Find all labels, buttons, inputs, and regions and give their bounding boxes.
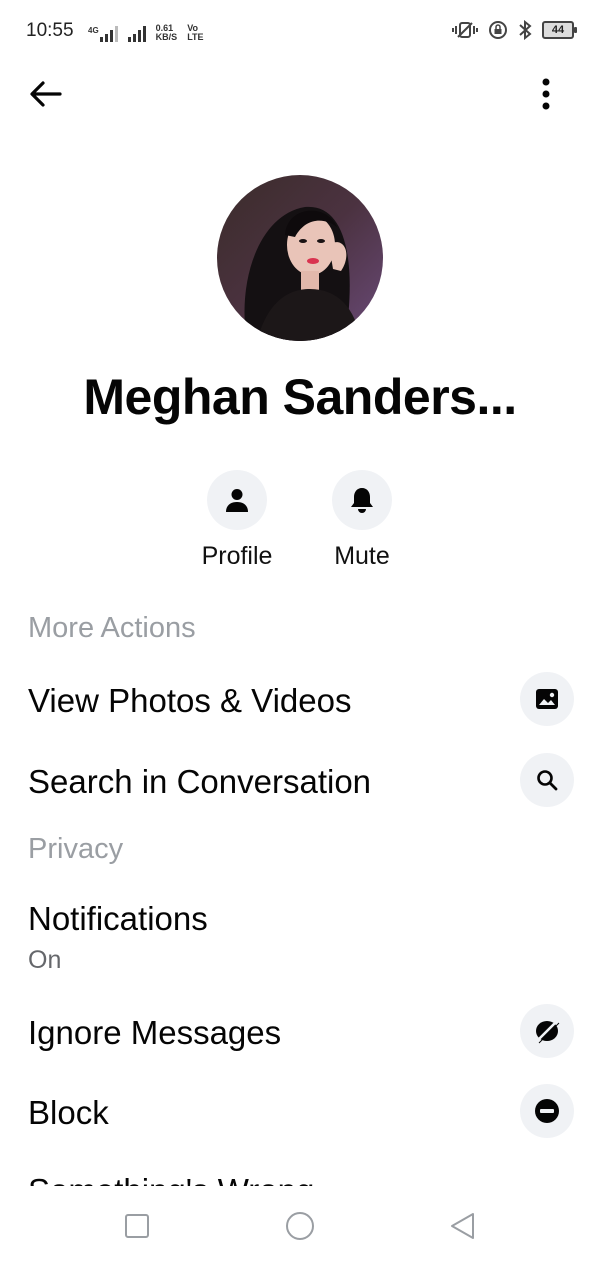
- lock-rotation-icon: [489, 21, 507, 39]
- avatar[interactable]: [217, 175, 383, 341]
- network-type: 4G: [88, 26, 99, 35]
- ignore-messages-row[interactable]: Ignore Messages: [0, 1000, 600, 1064]
- back-nav-button[interactable]: [446, 1210, 478, 1242]
- search-conversation-button[interactable]: [520, 753, 574, 807]
- status-time: 10:55: [26, 20, 74, 41]
- profile-name: Meghan Sanders...: [83, 369, 517, 425]
- search-conversation-row[interactable]: Search in Conversation: [0, 749, 600, 813]
- view-photos-videos-label: View Photos & Videos: [28, 682, 352, 719]
- view-photos-button[interactable]: [520, 672, 574, 726]
- system-navigation-bar: [0, 1186, 600, 1267]
- avatar-photo: [217, 175, 383, 341]
- bluetooth-icon: [519, 20, 532, 40]
- data-rate-unit: KB/S: [155, 32, 178, 42]
- lte-label: LTE: [187, 32, 204, 42]
- block-row[interactable]: Block: [0, 1080, 600, 1144]
- profile-action[interactable]: Profile: [192, 470, 282, 571]
- vibrate-icon: [452, 22, 478, 38]
- network-indicators: 4G 0.61 KB/S Vo LTE: [88, 20, 204, 42]
- search-icon: [537, 770, 558, 791]
- triangle-back-icon: [451, 1213, 474, 1239]
- search-conversation-label: Search in Conversation: [28, 763, 372, 800]
- ignore-icon: [536, 1020, 560, 1044]
- more-vertical-icon: [542, 78, 550, 110]
- block-button[interactable]: [520, 1084, 574, 1138]
- notifications-status: On: [28, 946, 62, 974]
- profile-button[interactable]: [207, 470, 267, 530]
- status-icons: 44: [452, 20, 577, 40]
- signal-icon: [127, 26, 146, 42]
- signal-icon: [99, 26, 118, 42]
- more-options-button[interactable]: [528, 74, 564, 114]
- block-icon: [535, 1099, 559, 1123]
- section-title-more-actions: More Actions: [28, 612, 196, 644]
- status-bar: 10:55 4G 0.61 KB/S Vo LTE 44: [0, 0, 600, 64]
- bell-icon: [351, 488, 373, 513]
- arrow-left-icon: [30, 81, 62, 107]
- notifications-label: Notifications: [28, 900, 208, 937]
- square-icon: [125, 1214, 149, 1238]
- mute-button[interactable]: [332, 470, 392, 530]
- ignore-messages-label: Ignore Messages: [28, 1014, 282, 1051]
- recent-apps-button[interactable]: [121, 1210, 153, 1242]
- person-icon: [226, 489, 248, 512]
- home-button[interactable]: [284, 1210, 316, 1242]
- notifications-row[interactable]: Notifications On: [0, 886, 600, 982]
- circle-icon: [286, 1212, 314, 1240]
- ignore-messages-button[interactable]: [520, 1004, 574, 1058]
- section-title-privacy: Privacy: [28, 833, 124, 865]
- profile-label: Profile: [201, 542, 273, 570]
- block-label: Block: [28, 1094, 109, 1131]
- view-photos-videos-row[interactable]: View Photos & Videos: [0, 668, 600, 732]
- image-icon: [536, 689, 558, 709]
- back-button[interactable]: [26, 74, 66, 114]
- mute-label: Mute: [334, 542, 390, 570]
- battery-icon: 44: [542, 21, 577, 39]
- battery-level: 44: [551, 24, 565, 36]
- mute-action[interactable]: Mute: [317, 470, 407, 571]
